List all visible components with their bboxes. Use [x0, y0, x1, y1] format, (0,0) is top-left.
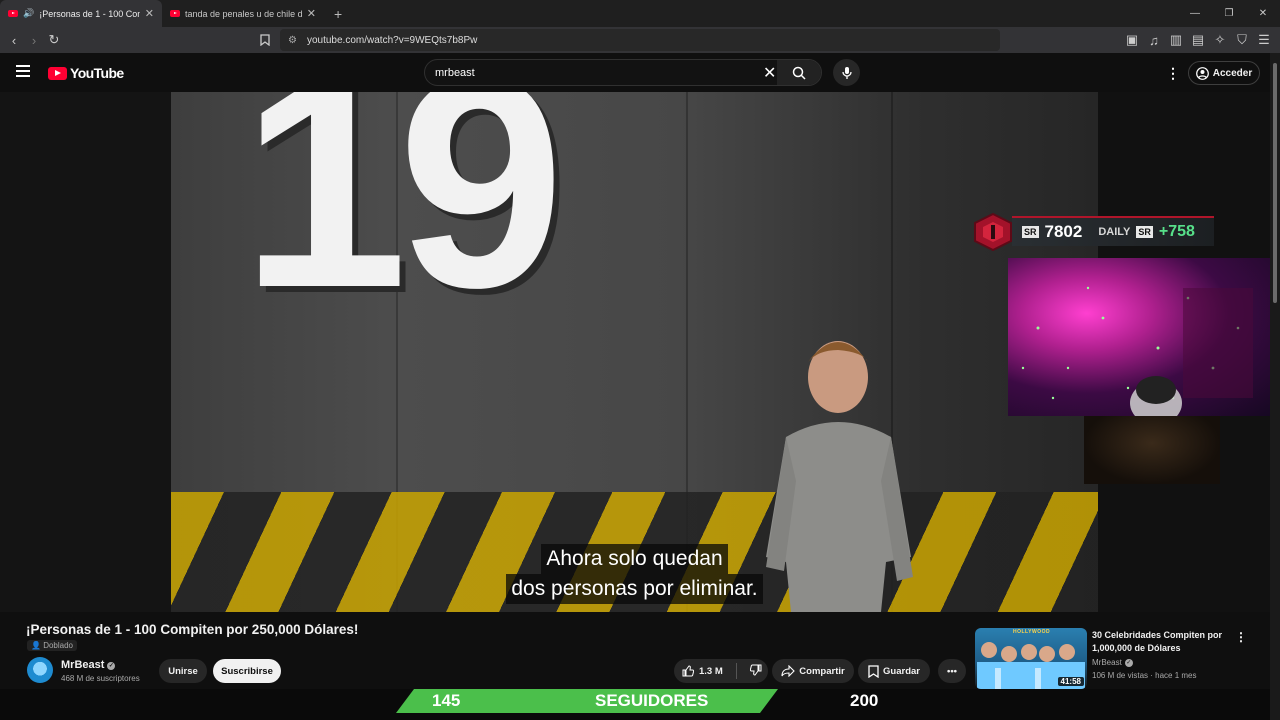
minimize-icon[interactable]: —: [1178, 0, 1212, 27]
wall-number: 19: [241, 92, 565, 350]
more-actions-icon[interactable]: •••: [938, 659, 966, 683]
close-window-icon[interactable]: ✕: [1246, 0, 1280, 27]
thumbnail-sign-text: HOLLYWOOD: [1013, 629, 1051, 635]
browser-toolbar: ‹ › ↻ ⚙ youtube.com/watch?v=9WEQts7b8Pw …: [0, 27, 1280, 53]
ai-sparkle-icon[interactable]: ✧: [1210, 30, 1230, 50]
close-tab-icon[interactable]: ✕: [145, 7, 154, 20]
thumbs-down-icon: [749, 664, 762, 676]
close-tab-icon[interactable]: ✕: [307, 7, 316, 20]
youtube-header: YouTube ✕ ⋮ Acceder: [0, 53, 1270, 92]
rank-emblem-icon: [974, 213, 1012, 251]
microphone-icon: [841, 66, 852, 79]
daily-label: DAILY: [1098, 226, 1131, 238]
verified-icon: ✓: [107, 662, 116, 670]
save-bookmark-icon: [868, 664, 879, 678]
scrollbar-thumb[interactable]: [1273, 63, 1277, 303]
signin-button[interactable]: Acceder: [1188, 61, 1260, 85]
followers-label: SEGUIDORES: [595, 691, 709, 710]
settings-kebab-icon[interactable]: ⋮: [1166, 65, 1180, 82]
back-icon[interactable]: ‹: [4, 30, 24, 50]
webcam-secondary-overlay: [1084, 416, 1220, 484]
browser-tab-bar: 🔊 ¡Personas de 1 - 100 Compiten ✕ tanda …: [0, 0, 1280, 27]
sr-tag: SR: [1022, 226, 1039, 238]
youtube-favicon-icon: [8, 10, 18, 17]
clear-search-icon[interactable]: ✕: [763, 63, 776, 83]
account-icon: [1195, 66, 1209, 80]
daily-value: +758: [1158, 223, 1195, 240]
subtitles: Ahora solo quedan dos personas por elimi…: [171, 544, 1098, 604]
vpn-shield-icon[interactable]: ⛉: [1232, 30, 1252, 50]
address-bar[interactable]: ⚙ youtube.com/watch?v=9WEQts7b8Pw: [280, 29, 1000, 51]
sr-value: 7802: [1044, 222, 1083, 241]
daily-sr-tag: SR: [1136, 226, 1153, 238]
page-scrollbar[interactable]: [1270, 53, 1280, 720]
search-button[interactable]: [777, 60, 821, 85]
save-button[interactable]: Guardar: [858, 659, 930, 683]
reload-icon[interactable]: ↻: [44, 30, 64, 50]
star-projector-dots: [1021, 286, 1253, 416]
recommended-more-icon[interactable]: ⋮: [1235, 630, 1247, 644]
browser-menu-icon[interactable]: ☰: [1254, 30, 1274, 50]
wallet-icon[interactable]: ▤: [1188, 30, 1208, 50]
verified-icon: ✓: [1124, 659, 1133, 667]
youtube-favicon-icon: [170, 10, 180, 17]
sidebar-icon[interactable]: ▥: [1166, 30, 1186, 50]
search-box: ✕: [424, 59, 822, 86]
speaker-icon: 🔊: [23, 8, 35, 18]
url-text: youtube.com/watch?v=9WEQts7b8Pw: [306, 34, 478, 46]
video-duration: 41:58: [1057, 677, 1084, 686]
like-dislike-group: 1.3 M: [674, 659, 768, 683]
hamburger-menu-icon[interactable]: [16, 65, 30, 77]
share-button[interactable]: Compartir: [772, 659, 854, 683]
video-left-margin: [0, 92, 171, 612]
screenshot-icon[interactable]: ▣: [1122, 30, 1142, 50]
tab-title: tanda de penales u de chile donde fa: [185, 8, 302, 19]
window-controls: — ❐ ✕: [1178, 0, 1280, 27]
like-button[interactable]: 1.3 M: [682, 665, 723, 677]
subscriber-count: 468 M de suscriptores: [61, 674, 140, 683]
video-player[interactable]: 19 Ahora solo quedan dos personas por el…: [171, 92, 1098, 612]
site-settings-icon[interactable]: ⚙: [288, 35, 297, 46]
thumbs-up-icon: [682, 665, 694, 677]
tab-inactive[interactable]: tanda de penales u de chile donde fa ✕: [162, 0, 324, 27]
dubbed-badge: 👤 Doblado: [27, 640, 78, 651]
recommended-meta: 106 M de vistas · hace 1 mes: [1092, 671, 1197, 680]
person-icon: 👤: [31, 641, 41, 650]
video-title: ¡Personas de 1 - 100 Compiten por 250,00…: [26, 622, 359, 637]
channel-avatar[interactable]: [27, 657, 53, 683]
bookmark-icon[interactable]: [255, 30, 275, 50]
subscribe-button[interactable]: Suscribirse: [213, 659, 281, 683]
recommended-title[interactable]: 30 Celebridades Compiten por 1,000,000 d…: [1092, 629, 1230, 655]
followers-goal: 200: [850, 691, 879, 710]
share-icon: [781, 665, 796, 677]
tab-active[interactable]: 🔊 ¡Personas de 1 - 100 Compiten ✕: [0, 0, 162, 27]
join-button[interactable]: Unirse: [159, 659, 207, 683]
followers-current: 145: [432, 691, 461, 710]
restore-icon[interactable]: ❐: [1212, 0, 1246, 27]
like-divider: [735, 663, 737, 679]
extensions-area: ▣ ♫ ▥ ▤ ✧ ⛉ ☰: [1122, 30, 1274, 50]
search-input[interactable]: [425, 66, 755, 79]
channel-name[interactable]: MrBeast ✓: [61, 659, 116, 671]
recommended-channel[interactable]: MrBeast ✓: [1092, 658, 1133, 667]
webcam-overlay: [1008, 258, 1270, 416]
new-tab-button[interactable]: +: [324, 0, 352, 27]
voice-search-button[interactable]: [833, 59, 860, 86]
sr-bar: SR 7802 DAILY SR +758: [1012, 216, 1214, 246]
sr-rating-panel: SR 7802 DAILY SR +758: [972, 213, 1214, 251]
forward-icon[interactable]: ›: [24, 30, 44, 50]
music-icon[interactable]: ♫: [1144, 30, 1164, 50]
youtube-play-icon: [48, 66, 67, 80]
search-icon: [792, 66, 806, 80]
subtitle-line-1: Ahora solo quedan: [541, 544, 728, 574]
tab-title: ¡Personas de 1 - 100 Compiten: [39, 8, 140, 19]
recommended-thumbnail[interactable]: HOLLYWOOD 41:58: [975, 628, 1087, 689]
subtitle-line-2: dos personas por eliminar.: [506, 574, 763, 604]
dislike-button[interactable]: [749, 664, 762, 679]
youtube-logo[interactable]: YouTube: [48, 65, 124, 81]
